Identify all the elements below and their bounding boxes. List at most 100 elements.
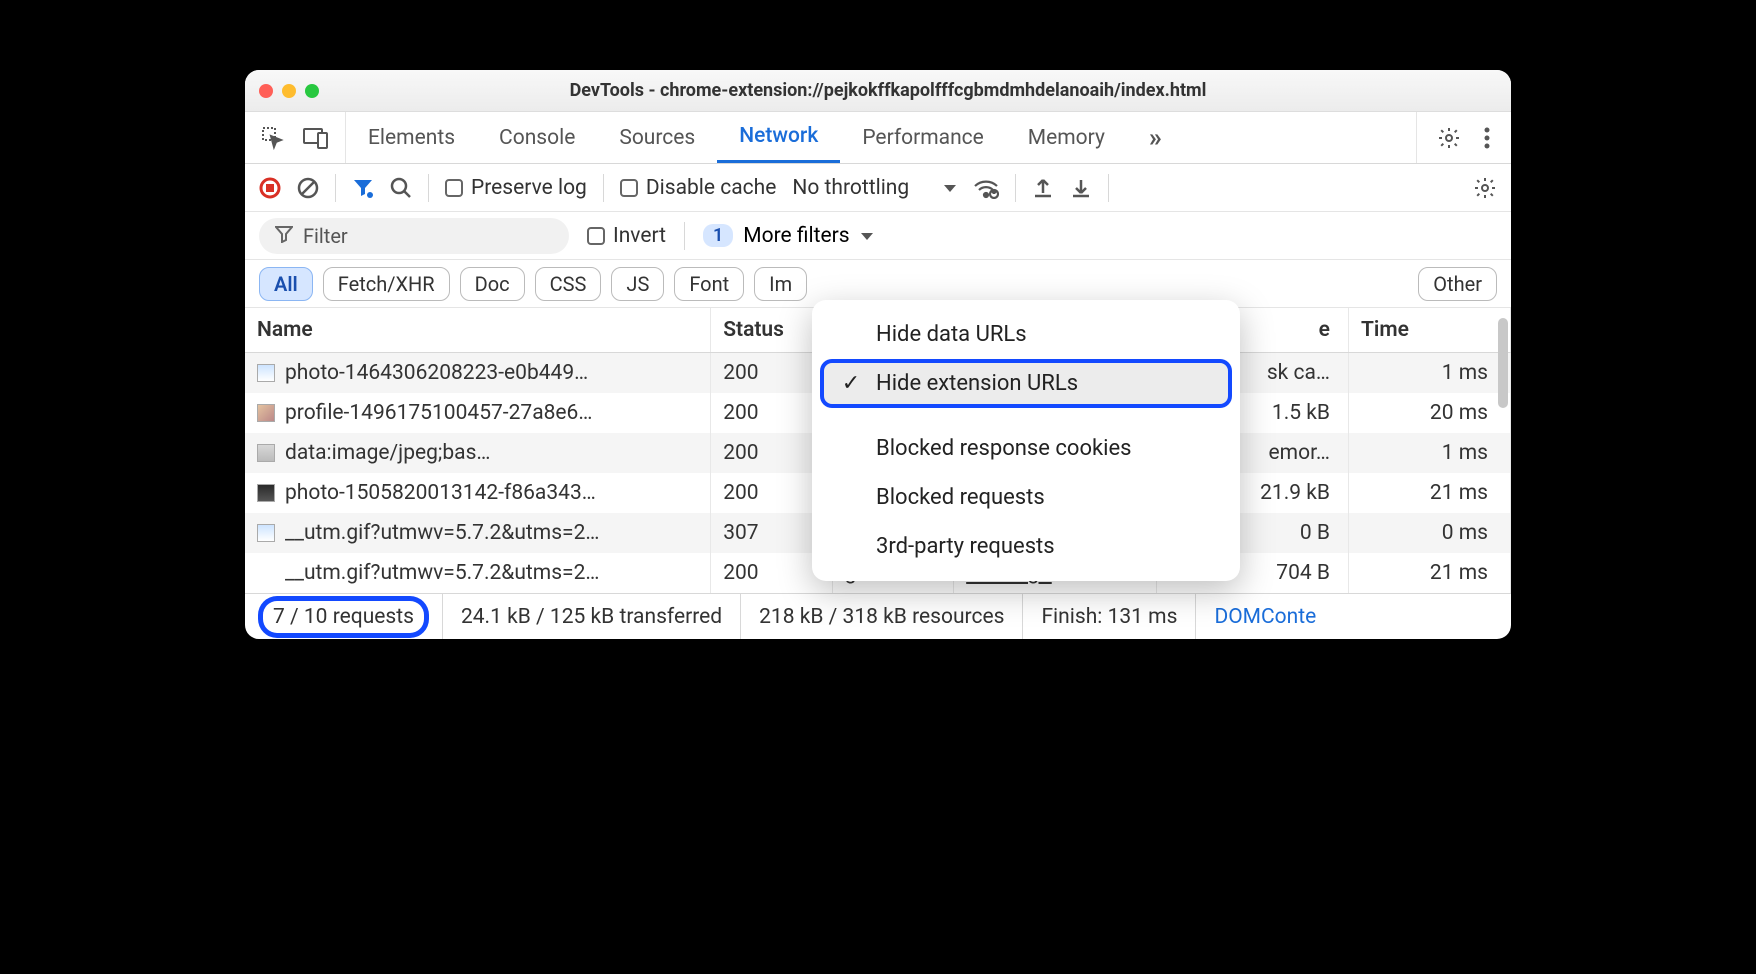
divider: [684, 222, 685, 250]
menu-item-label: Hide data URLs: [876, 322, 1027, 347]
cell-time: 21 ms: [1348, 553, 1510, 593]
record-button[interactable]: [259, 177, 281, 199]
window-title: DevTools - chrome-extension://pejkokffka…: [279, 80, 1497, 101]
status-requests: 7 / 10 requests: [245, 594, 443, 639]
filter-toggle-icon[interactable]: [352, 177, 374, 199]
cell-time: 0 ms: [1348, 513, 1510, 553]
requests-highlight: 7 / 10 requests: [263, 601, 424, 633]
cell-name: profile-1496175100457-27a8e6…: [245, 393, 711, 433]
filter-placeholder: Filter: [303, 224, 348, 248]
pill-all[interactable]: All: [259, 267, 313, 301]
filter-input[interactable]: Filter: [259, 218, 569, 254]
tab-sources[interactable]: Sources: [597, 112, 717, 163]
inspect-element-icon[interactable]: [261, 126, 285, 150]
file-icon: [257, 444, 275, 462]
menu-hide-extension-urls[interactable]: ✓ Hide extension URLs: [820, 359, 1232, 408]
divider: [1015, 174, 1016, 202]
file-icon: [257, 404, 275, 422]
devtools-window: DevTools - chrome-extension://pejkokffka…: [245, 70, 1511, 639]
col-name[interactable]: Name: [245, 308, 711, 353]
cell-name: photo-1505820013142-f86a343…: [245, 473, 711, 513]
network-toolbar: Preserve log Disable cache No throttling: [245, 164, 1511, 212]
more-filters-count: 1: [703, 224, 733, 247]
preserve-log-checkbox[interactable]: Preserve log: [445, 176, 587, 200]
cell-time: 21 ms: [1348, 473, 1510, 513]
tab-elements[interactable]: Elements: [346, 112, 477, 163]
kebab-menu-icon[interactable]: [1483, 126, 1491, 150]
check-icon: ✓: [840, 371, 862, 396]
cell-name: photo-1464306208223-e0b449…: [245, 353, 711, 394]
cell-name: data:image/jpeg;bas…: [245, 433, 711, 473]
file-icon: [257, 484, 275, 502]
menu-item-label: Blocked response cookies: [876, 436, 1132, 461]
cell-time: 1 ms: [1348, 353, 1510, 394]
network-conditions-icon[interactable]: [973, 177, 999, 199]
more-filters-label: More filters: [743, 224, 849, 248]
divider: [428, 174, 429, 202]
filter-row: Filter Invert 1 More filters: [245, 212, 1511, 260]
disable-cache-label: Disable cache: [646, 176, 777, 200]
network-settings-gear-icon[interactable]: [1473, 176, 1497, 200]
menu-item-label: 3rd-party requests: [876, 534, 1055, 559]
tab-network[interactable]: Network: [717, 112, 840, 163]
tabs-overflow-button[interactable]: »: [1127, 112, 1184, 163]
device-toggle-icon[interactable]: [303, 126, 329, 150]
more-filters-button[interactable]: 1 More filters: [703, 224, 874, 248]
scrollbar-thumb[interactable]: [1498, 318, 1508, 408]
checkbox-icon: [445, 179, 463, 197]
status-bar: 7 / 10 requests 24.1 kB / 125 kB transfe…: [245, 593, 1511, 639]
status-transferred: 24.1 kB / 125 kB transferred: [443, 594, 741, 639]
file-icon: [257, 364, 275, 382]
chevron-down-icon: [943, 176, 957, 200]
file-icon: [257, 564, 275, 582]
menu-hide-data-urls[interactable]: Hide data URLs: [812, 310, 1240, 359]
pill-css[interactable]: CSS: [535, 267, 602, 301]
invert-checkbox[interactable]: Invert: [587, 224, 666, 248]
checkbox-icon: [587, 227, 605, 245]
tab-memory[interactable]: Memory: [1006, 112, 1127, 163]
preserve-log-label: Preserve log: [471, 176, 587, 200]
upload-har-icon[interactable]: [1032, 177, 1054, 199]
pill-font[interactable]: Font: [674, 267, 744, 301]
menu-item-label: Hide extension URLs: [876, 371, 1078, 396]
disable-cache-checkbox[interactable]: Disable cache: [620, 176, 777, 200]
invert-label: Invert: [613, 224, 666, 248]
menu-blocked-response-cookies[interactable]: Blocked response cookies: [812, 424, 1240, 473]
pill-other[interactable]: Other: [1418, 267, 1497, 301]
close-window-button[interactable]: [259, 84, 273, 98]
more-filters-menu: Hide data URLs ✓ Hide extension URLs Blo…: [812, 300, 1240, 581]
throttling-value: No throttling: [792, 176, 909, 200]
file-icon: [257, 524, 275, 542]
chevron-down-icon: [860, 224, 874, 248]
cell-time: 1 ms: [1348, 433, 1510, 473]
tab-console[interactable]: Console: [477, 112, 597, 163]
pill-doc[interactable]: Doc: [460, 267, 525, 301]
menu-item-label: Blocked requests: [876, 485, 1045, 510]
funnel-icon: [275, 224, 293, 248]
pill-fetch-xhr[interactable]: Fetch/XHR: [323, 267, 450, 301]
throttling-select[interactable]: No throttling: [792, 176, 957, 200]
cell-name: __utm.gif?utmwv=5.7.2&utms=2…: [245, 513, 711, 553]
menu-separator: [812, 408, 1240, 424]
cell-name: __utm.gif?utmwv=5.7.2&utms=2…: [245, 553, 711, 593]
status-domcontent: DOMConte: [1196, 594, 1334, 639]
request-table-wrap: Name Status e Time photo-1464306208223-e…: [245, 308, 1511, 593]
pill-js[interactable]: JS: [611, 267, 664, 301]
pill-img[interactable]: Im: [754, 267, 807, 301]
panel-tabstrip: Elements Console Sources Network Perform…: [245, 112, 1511, 164]
search-icon[interactable]: [390, 177, 412, 199]
divider: [1108, 174, 1109, 202]
menu-blocked-requests[interactable]: Blocked requests: [812, 473, 1240, 522]
titlebar: DevTools - chrome-extension://pejkokffka…: [245, 70, 1511, 112]
divider: [603, 174, 604, 202]
settings-gear-icon[interactable]: [1437, 126, 1461, 150]
menu-3rd-party-requests[interactable]: 3rd-party requests: [812, 522, 1240, 571]
col-time[interactable]: Time: [1348, 308, 1510, 353]
checkbox-icon: [620, 179, 638, 197]
divider: [335, 174, 336, 202]
status-resources: 218 kB / 318 kB resources: [741, 594, 1023, 639]
status-finish: Finish: 131 ms: [1023, 594, 1196, 639]
clear-button[interactable]: [297, 177, 319, 199]
tab-performance[interactable]: Performance: [840, 112, 1005, 163]
download-har-icon[interactable]: [1070, 177, 1092, 199]
